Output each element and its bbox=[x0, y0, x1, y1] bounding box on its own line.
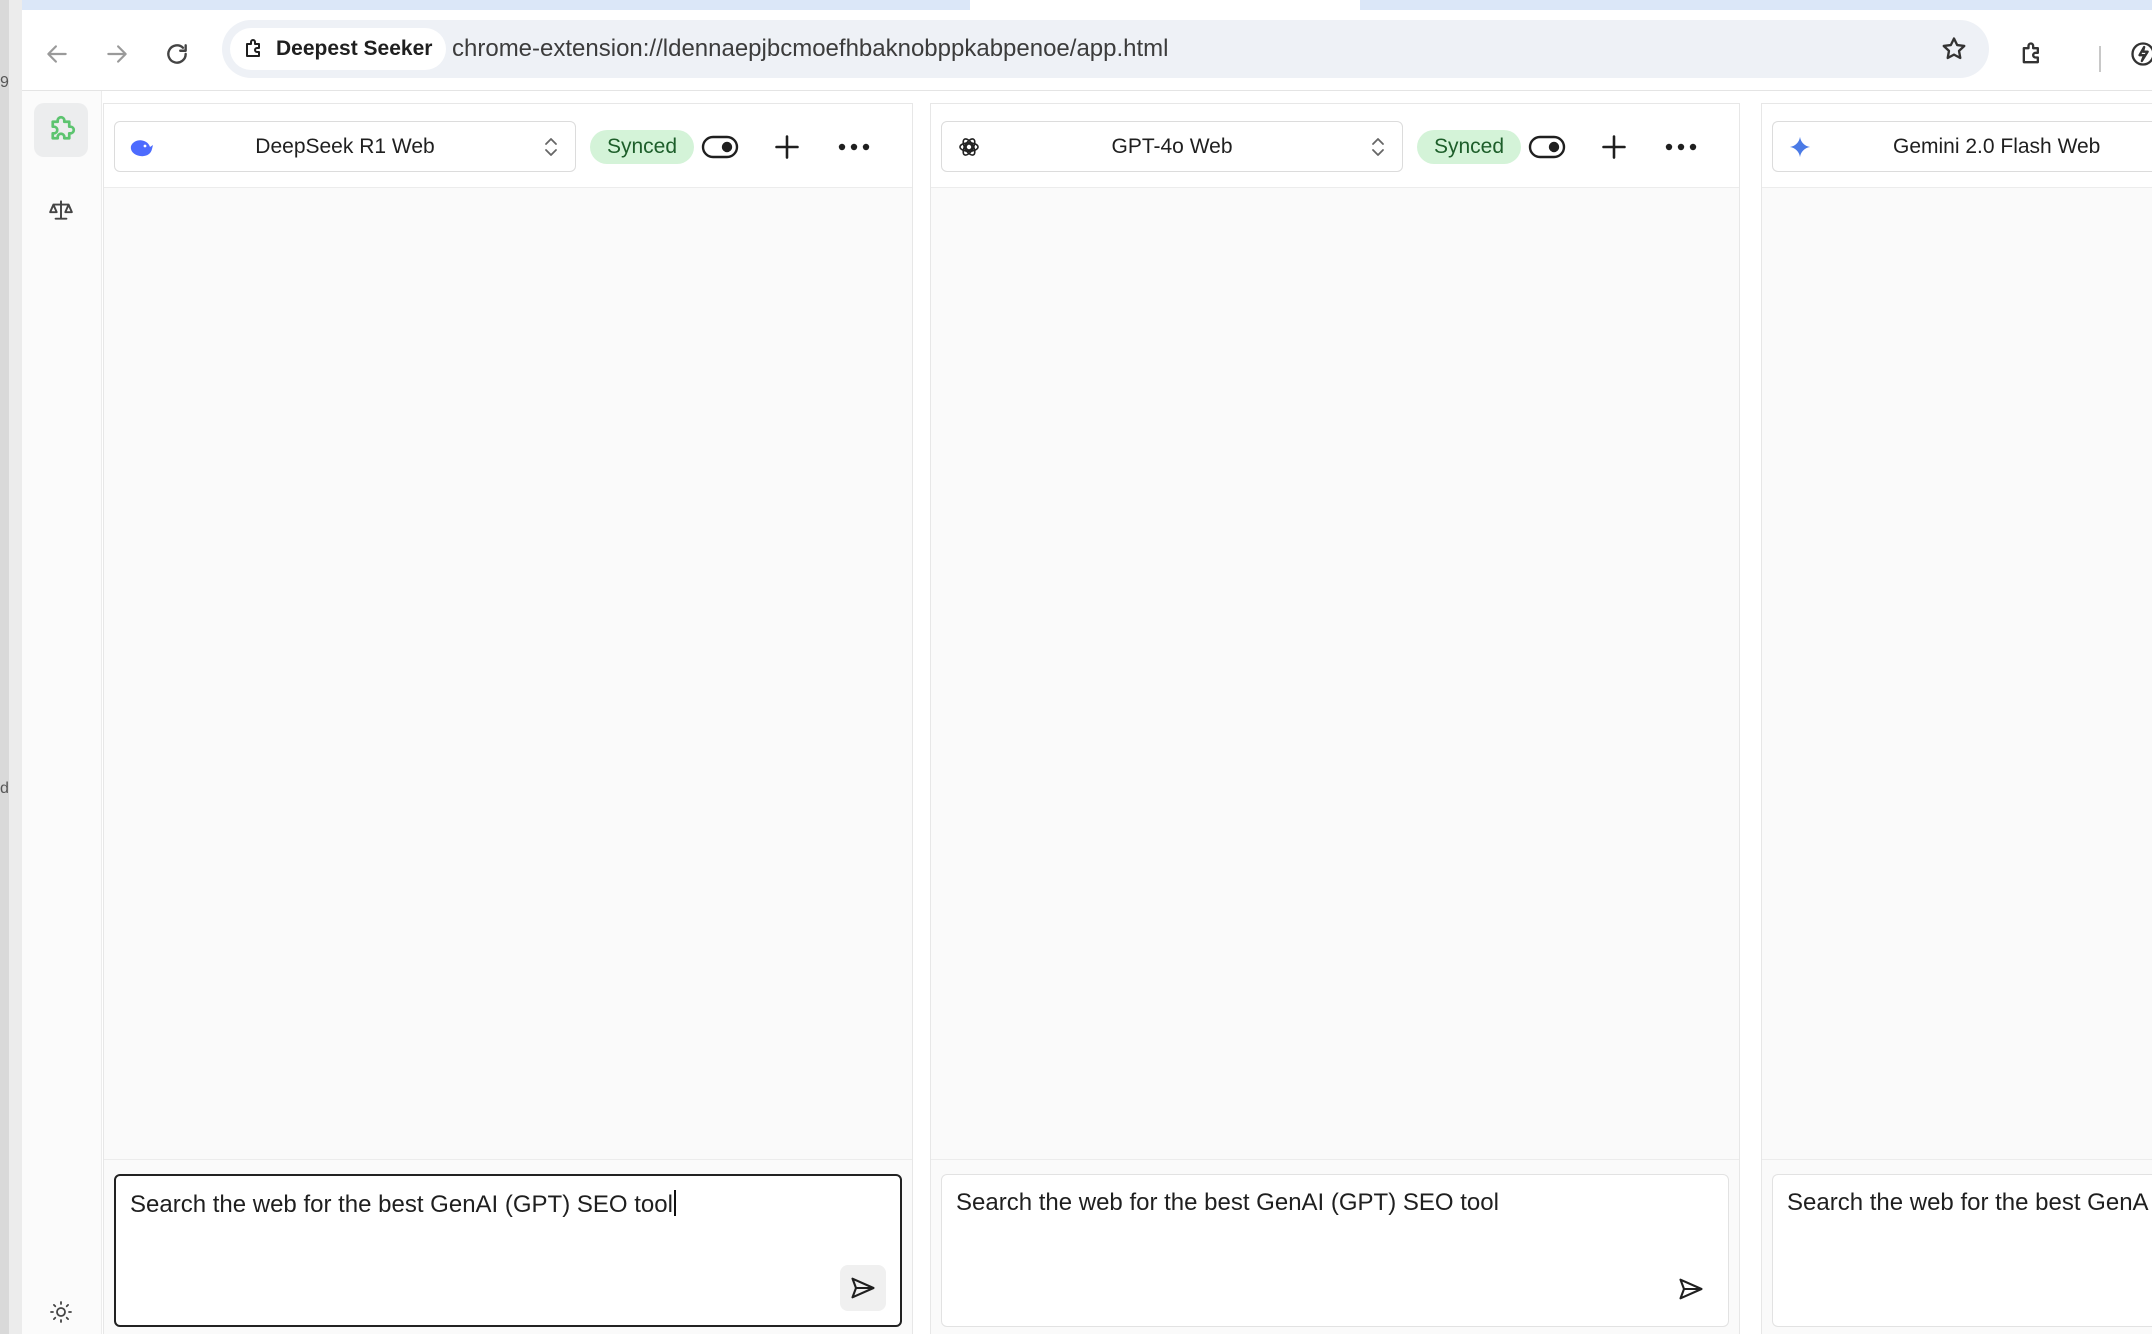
prompt-text: Search the web for the best GenA bbox=[1787, 1189, 2149, 1217]
forward-button[interactable] bbox=[95, 32, 139, 76]
new-chat-button[interactable] bbox=[1591, 124, 1637, 170]
browser-toolbar: Deepest Seeker chrome-extension://ldenna… bbox=[22, 10, 2152, 91]
text-caret bbox=[674, 1190, 676, 1216]
theme-toggle-button[interactable] bbox=[34, 1285, 88, 1339]
bookmark-button[interactable] bbox=[1931, 26, 1977, 72]
prompt-input[interactable]: Search the web for the best GenA bbox=[1772, 1174, 2152, 1327]
chat-pane-gemini: Gemini 2.0 Flash Web Search the web for … bbox=[1761, 103, 2152, 1334]
extensions-button[interactable] bbox=[2010, 32, 2054, 76]
model-name: Gemini 2.0 Flash Web bbox=[1823, 122, 2152, 171]
tab-strip bbox=[22, 0, 2152, 10]
pane-header: Gemini 2.0 Flash Web bbox=[1762, 104, 2152, 188]
send-button[interactable] bbox=[840, 1265, 886, 1311]
new-chat-button[interactable] bbox=[764, 124, 810, 170]
app-sidebar bbox=[22, 91, 102, 1334]
extensions-icon bbox=[2018, 40, 2046, 68]
chat-messages-area bbox=[931, 188, 1739, 1160]
more-horizontal-icon bbox=[838, 143, 870, 151]
puzzle-icon bbox=[43, 112, 79, 148]
sync-status-badge: Synced bbox=[1417, 130, 1521, 164]
extension-puzzle-icon bbox=[242, 37, 266, 61]
sidebar-item-compare[interactable] bbox=[34, 103, 88, 157]
forward-arrow-icon bbox=[104, 41, 130, 67]
send-icon bbox=[849, 1274, 877, 1302]
site-info-chip[interactable]: Deepest Seeker bbox=[230, 28, 446, 70]
prompt-text: Search the web for the best GenAI (GPT) … bbox=[130, 1191, 673, 1218]
reload-icon bbox=[164, 41, 190, 67]
tab-inactive[interactable] bbox=[1360, 0, 2152, 10]
more-options-button[interactable] bbox=[831, 124, 877, 170]
plus-icon bbox=[773, 133, 801, 161]
reload-button[interactable] bbox=[155, 32, 199, 76]
chat-pane-deepseek: DeepSeek R1 Web Synced Search the web fo… bbox=[103, 103, 913, 1334]
model-name: GPT-4o Web bbox=[982, 122, 1362, 171]
toggle-icon bbox=[701, 135, 739, 159]
pane-header: GPT-4o Web Synced bbox=[931, 104, 1739, 188]
prompt-text: Search the web for the best GenAI (GPT) … bbox=[956, 1189, 1499, 1217]
leaf-bolt-icon bbox=[2129, 40, 2152, 68]
openai-icon bbox=[956, 134, 982, 160]
scale-icon bbox=[48, 197, 74, 223]
sync-toggle-button[interactable] bbox=[697, 124, 743, 170]
prompt-input[interactable]: Search the web for the best GenAI (GPT) … bbox=[114, 1174, 902, 1327]
window-frame bbox=[9, 0, 23, 1334]
send-button[interactable] bbox=[1668, 1266, 1714, 1312]
extension-pinned-button[interactable] bbox=[2121, 32, 2152, 76]
address-bar[interactable]: Deepest Seeker chrome-extension://ldenna… bbox=[222, 20, 1989, 78]
pane-header: DeepSeek R1 Web Synced bbox=[104, 104, 912, 188]
gemini-sparkle-icon bbox=[1787, 134, 1813, 160]
chat-messages-area bbox=[104, 188, 912, 1160]
deepseek-whale-icon bbox=[129, 134, 155, 160]
prompt-input[interactable]: Search the web for the best GenAI (GPT) … bbox=[941, 1174, 1729, 1327]
desktop-edge: 9 d bbox=[0, 0, 9, 1334]
model-selector[interactable]: Gemini 2.0 Flash Web bbox=[1772, 121, 2152, 172]
chat-pane-gpt4o: GPT-4o Web Synced Search the web for the… bbox=[930, 103, 1740, 1334]
back-arrow-icon bbox=[44, 41, 70, 67]
sync-status-badge: Synced bbox=[590, 130, 694, 164]
bookmark-star-icon bbox=[1940, 35, 1968, 63]
plus-icon bbox=[1600, 133, 1628, 161]
chat-messages-area bbox=[1762, 188, 2152, 1160]
model-selector[interactable]: DeepSeek R1 Web bbox=[114, 121, 576, 172]
chevron-updown-icon bbox=[543, 135, 559, 159]
toolbar-divider bbox=[2099, 46, 2101, 72]
more-options-button[interactable] bbox=[1658, 124, 1704, 170]
sun-icon bbox=[49, 1300, 73, 1324]
chevron-updown-icon bbox=[1370, 135, 1386, 159]
sync-toggle-button[interactable] bbox=[1524, 124, 1570, 170]
desktop-mark: 9 bbox=[0, 74, 6, 92]
sidebar-item-arena[interactable] bbox=[34, 183, 88, 237]
url-text[interactable]: chrome-extension://ldennaepjbcmoefhbakno… bbox=[452, 20, 1169, 78]
model-selector[interactable]: GPT-4o Web bbox=[941, 121, 1403, 172]
site-chip-label: Deepest Seeker bbox=[276, 37, 432, 61]
desktop-mark: d bbox=[0, 780, 6, 798]
model-name: DeepSeek R1 Web bbox=[155, 122, 535, 171]
tab-inactive[interactable] bbox=[22, 0, 970, 10]
send-icon bbox=[1677, 1275, 1705, 1303]
more-horizontal-icon bbox=[1665, 143, 1697, 151]
back-button[interactable] bbox=[35, 32, 79, 76]
toggle-icon bbox=[1528, 135, 1566, 159]
